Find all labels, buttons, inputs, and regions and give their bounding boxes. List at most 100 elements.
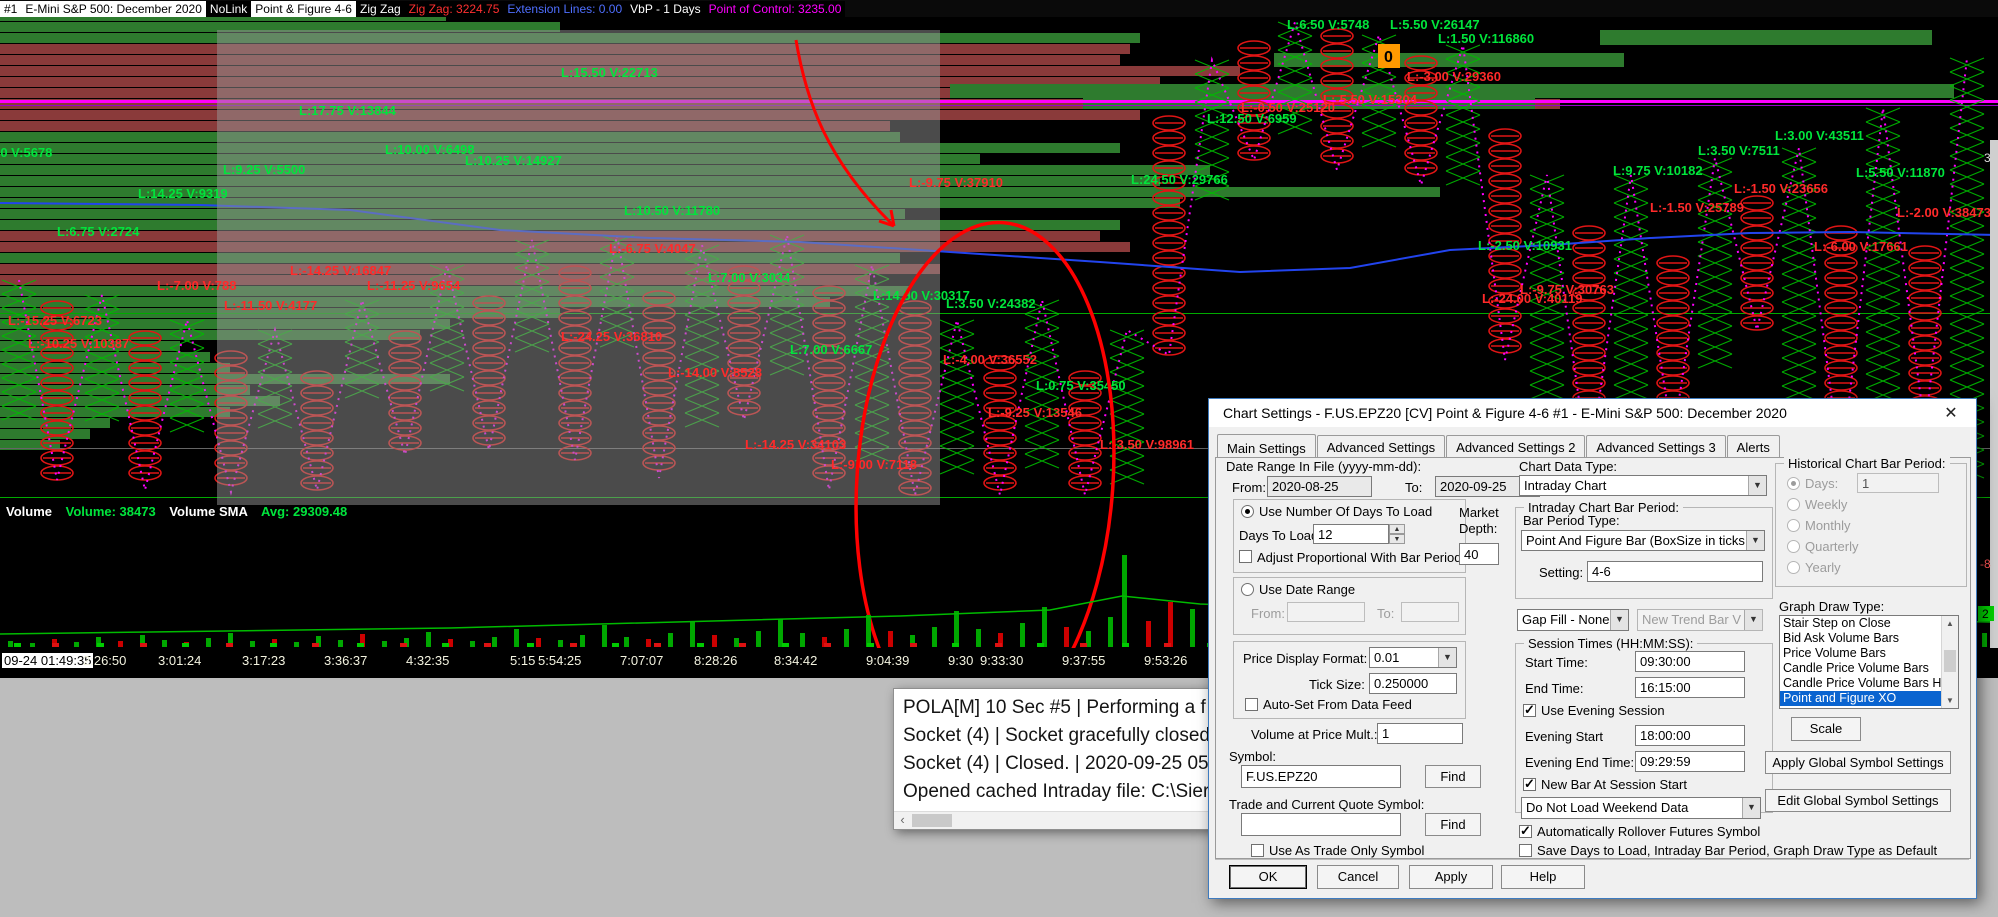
days-to-load-field[interactable]: [1313, 524, 1389, 544]
titlebar-segment[interactable]: NoLink: [205, 0, 252, 17]
svg-text:L:7.00 V:3034: L:7.00 V:3034: [708, 270, 791, 285]
graph-draw-type-item[interactable]: Price Volume Bars: [1780, 646, 1958, 661]
weekend-data-combo[interactable]: Do Not Load Weekend Data ▼: [1521, 797, 1761, 819]
adjust-proportional-label: Adjust Proportional With Bar Period: [1257, 550, 1462, 565]
historical-days-radio[interactable]: [1787, 477, 1800, 490]
spinner-up-icon[interactable]: ▲: [1389, 524, 1405, 534]
gap-fill-combo[interactable]: Gap Fill - None ▼: [1517, 609, 1629, 631]
chevron-down-icon[interactable]: ▼: [1610, 610, 1628, 630]
market-depth-field[interactable]: [1459, 543, 1499, 565]
tab-advanced-settings-3[interactable]: Advanced Settings 3: [1586, 435, 1726, 459]
tab-advanced-settings-2[interactable]: Advanced Settings 2: [1446, 435, 1586, 459]
end-time-field[interactable]: [1635, 677, 1745, 698]
auto-rollover-checkbox[interactable]: [1519, 823, 1532, 839]
chart-data-type-combo[interactable]: Intraday Chart ▼: [1519, 475, 1767, 496]
chevron-down-icon[interactable]: ▼: [1742, 798, 1760, 818]
historical-quarterly-radio[interactable]: [1787, 540, 1800, 553]
time-axis-label: 9:30: [948, 653, 974, 668]
svg-text:0: 0: [1384, 49, 1393, 66]
adjust-proportional-checkbox[interactable]: [1239, 550, 1252, 563]
list-vertical-scrollbar[interactable]: ▲ ▼: [1941, 616, 1958, 708]
historical-days-field[interactable]: [1857, 473, 1939, 493]
graph-draw-type-list[interactable]: Stair Step on Close Bid Ask Volume Bars Pr…: [1779, 615, 1959, 709]
svg-text:L:-1.50 V:25789: L:-1.50 V:25789: [1650, 200, 1744, 215]
scale-button[interactable]: Scale: [1791, 717, 1861, 741]
svg-text:L:-10.25 V:10387: L:-10.25 V:10387: [28, 336, 129, 351]
use-number-of-days-label: Use Number Of Days To Load: [1259, 504, 1433, 519]
auto-set-checkbox[interactable]: [1245, 698, 1258, 711]
titlebar-segment[interactable]: Extension Lines: 0.00: [503, 0, 627, 17]
tab-advanced-settings[interactable]: Advanced Settings: [1316, 435, 1446, 459]
chevron-down-icon[interactable]: ▼: [1746, 531, 1764, 550]
time-axis-label: 2:26:50: [83, 653, 127, 668]
svg-text:L:-15.25 V:6723: L:-15.25 V:6723: [8, 313, 102, 328]
start-time-field[interactable]: [1635, 651, 1745, 672]
new-trend-bar-combo[interactable]: New Trend Bar V ▼: [1637, 609, 1763, 631]
edit-global-symbol-settings-button[interactable]: Edit Global Symbol Settings: [1765, 789, 1951, 812]
titlebar-segment[interactable]: Point of Control: 3235.00: [704, 0, 846, 17]
trade-symbol-find-button[interactable]: Find: [1425, 813, 1481, 836]
chevron-down-icon[interactable]: ▼: [1748, 476, 1766, 495]
use-as-trade-only-checkbox[interactable]: [1251, 844, 1264, 857]
new-bar-at-session-start-checkbox[interactable]: [1523, 776, 1536, 792]
titlebar-segment[interactable]: Zig Zag: 3224.75: [404, 0, 504, 17]
historical-weekly-radio[interactable]: [1787, 498, 1800, 511]
scroll-up-icon[interactable]: ▲: [1942, 616, 1958, 631]
scrollbar-thumb[interactable]: [912, 814, 952, 827]
close-icon[interactable]: ✕: [1940, 403, 1962, 423]
setting-field[interactable]: [1587, 561, 1763, 582]
chevron-down-icon[interactable]: ▼: [1438, 648, 1456, 667]
apply-global-symbol-settings-button[interactable]: Apply Global Symbol Settings: [1765, 751, 1951, 774]
volume-at-price-mult-field[interactable]: [1377, 723, 1463, 744]
trade-symbol-field[interactable]: [1241, 813, 1401, 836]
apply-button[interactable]: Apply: [1409, 865, 1493, 889]
time-axis-label: 9:37:55: [1062, 653, 1106, 668]
titlebar-segment[interactable]: Point & Figure 4-6: [251, 0, 356, 17]
use-number-of-days-radio[interactable]: [1241, 505, 1254, 518]
bar-period-type-value: Point And Figure Bar (BoxSize in ticks: [1526, 533, 1745, 548]
dialog-title: Chart Settings - F.US.EPZ20 [CV] Point &…: [1223, 405, 1787, 421]
graph-draw-type-item[interactable]: Point and Figure XO: [1780, 691, 1958, 706]
graph-draw-type-item[interactable]: Candle Price Volume Bars: [1780, 661, 1958, 676]
scroll-left-icon[interactable]: ‹: [894, 812, 911, 829]
titlebar-segment[interactable]: VbP - 1 Days: [626, 0, 705, 17]
svg-text:L:-14.25 V:34103: L:-14.25 V:34103: [745, 437, 846, 452]
tick-size-field[interactable]: [1369, 673, 1457, 694]
historical-monthly-radio[interactable]: [1787, 519, 1800, 532]
evening-end-time-field[interactable]: [1635, 751, 1745, 772]
help-button[interactable]: Help: [1501, 865, 1585, 889]
date-from-field[interactable]: [1267, 476, 1372, 497]
volume-sma-value: Avg: 29309.48: [260, 504, 348, 519]
tab-alerts[interactable]: Alerts: [1726, 435, 1780, 459]
spinner-down-icon[interactable]: ▼: [1389, 534, 1405, 544]
scroll-down-icon[interactable]: ▼: [1942, 693, 1958, 708]
titlebar-segment[interactable]: E-Mini S&P 500: December 2020: [21, 0, 206, 17]
evening-start-field[interactable]: [1635, 725, 1745, 746]
chevron-down-icon[interactable]: ▼: [1744, 610, 1762, 630]
range-to-field[interactable]: [1401, 602, 1459, 622]
price-display-format-combo[interactable]: 0.01 ▼: [1369, 647, 1457, 668]
graph-draw-type-item[interactable]: Stair Step on Close: [1780, 616, 1958, 631]
svg-text:L:3.00 V:43511: L:3.00 V:43511: [1775, 128, 1864, 143]
symbol-field[interactable]: [1241, 765, 1401, 788]
scrollbar-thumb[interactable]: [1944, 650, 1956, 672]
titlebar-segment[interactable]: Zig Zag: [355, 0, 405, 17]
historical-weekly-label: Weekly: [1805, 497, 1848, 512]
save-defaults-checkbox[interactable]: [1519, 844, 1532, 857]
save-defaults-label: Save Days to Load, Intraday Bar Period, …: [1537, 843, 1938, 858]
svg-text:L:10.00 V:6498: L:10.00 V:6498: [385, 142, 475, 157]
svg-text:L:15.50 V:22713: L:15.50 V:22713: [561, 65, 658, 80]
chart-settings-dialog[interactable]: Chart Settings - F.US.EPZ20 [CV] Point &…: [1208, 398, 1977, 899]
range-from-field[interactable]: [1287, 602, 1365, 622]
dialog-titlebar[interactable]: Chart Settings - F.US.EPZ20 [CV] Point &…: [1209, 399, 1976, 427]
ok-button[interactable]: OK: [1229, 865, 1307, 889]
graph-draw-type-item[interactable]: Candle Price Volume Bars Holl: [1780, 676, 1958, 691]
historical-yearly-radio[interactable]: [1787, 561, 1800, 574]
use-date-range-radio[interactable]: [1241, 583, 1254, 596]
use-evening-session-checkbox[interactable]: [1523, 702, 1536, 718]
titlebar-segment[interactable]: #1: [0, 0, 22, 17]
symbol-find-button[interactable]: Find: [1425, 765, 1481, 788]
cancel-button[interactable]: Cancel: [1317, 865, 1399, 889]
bar-period-type-combo[interactable]: Point And Figure Bar (BoxSize in ticks ▼: [1521, 530, 1765, 551]
graph-draw-type-item[interactable]: Bid Ask Volume Bars: [1780, 631, 1958, 646]
